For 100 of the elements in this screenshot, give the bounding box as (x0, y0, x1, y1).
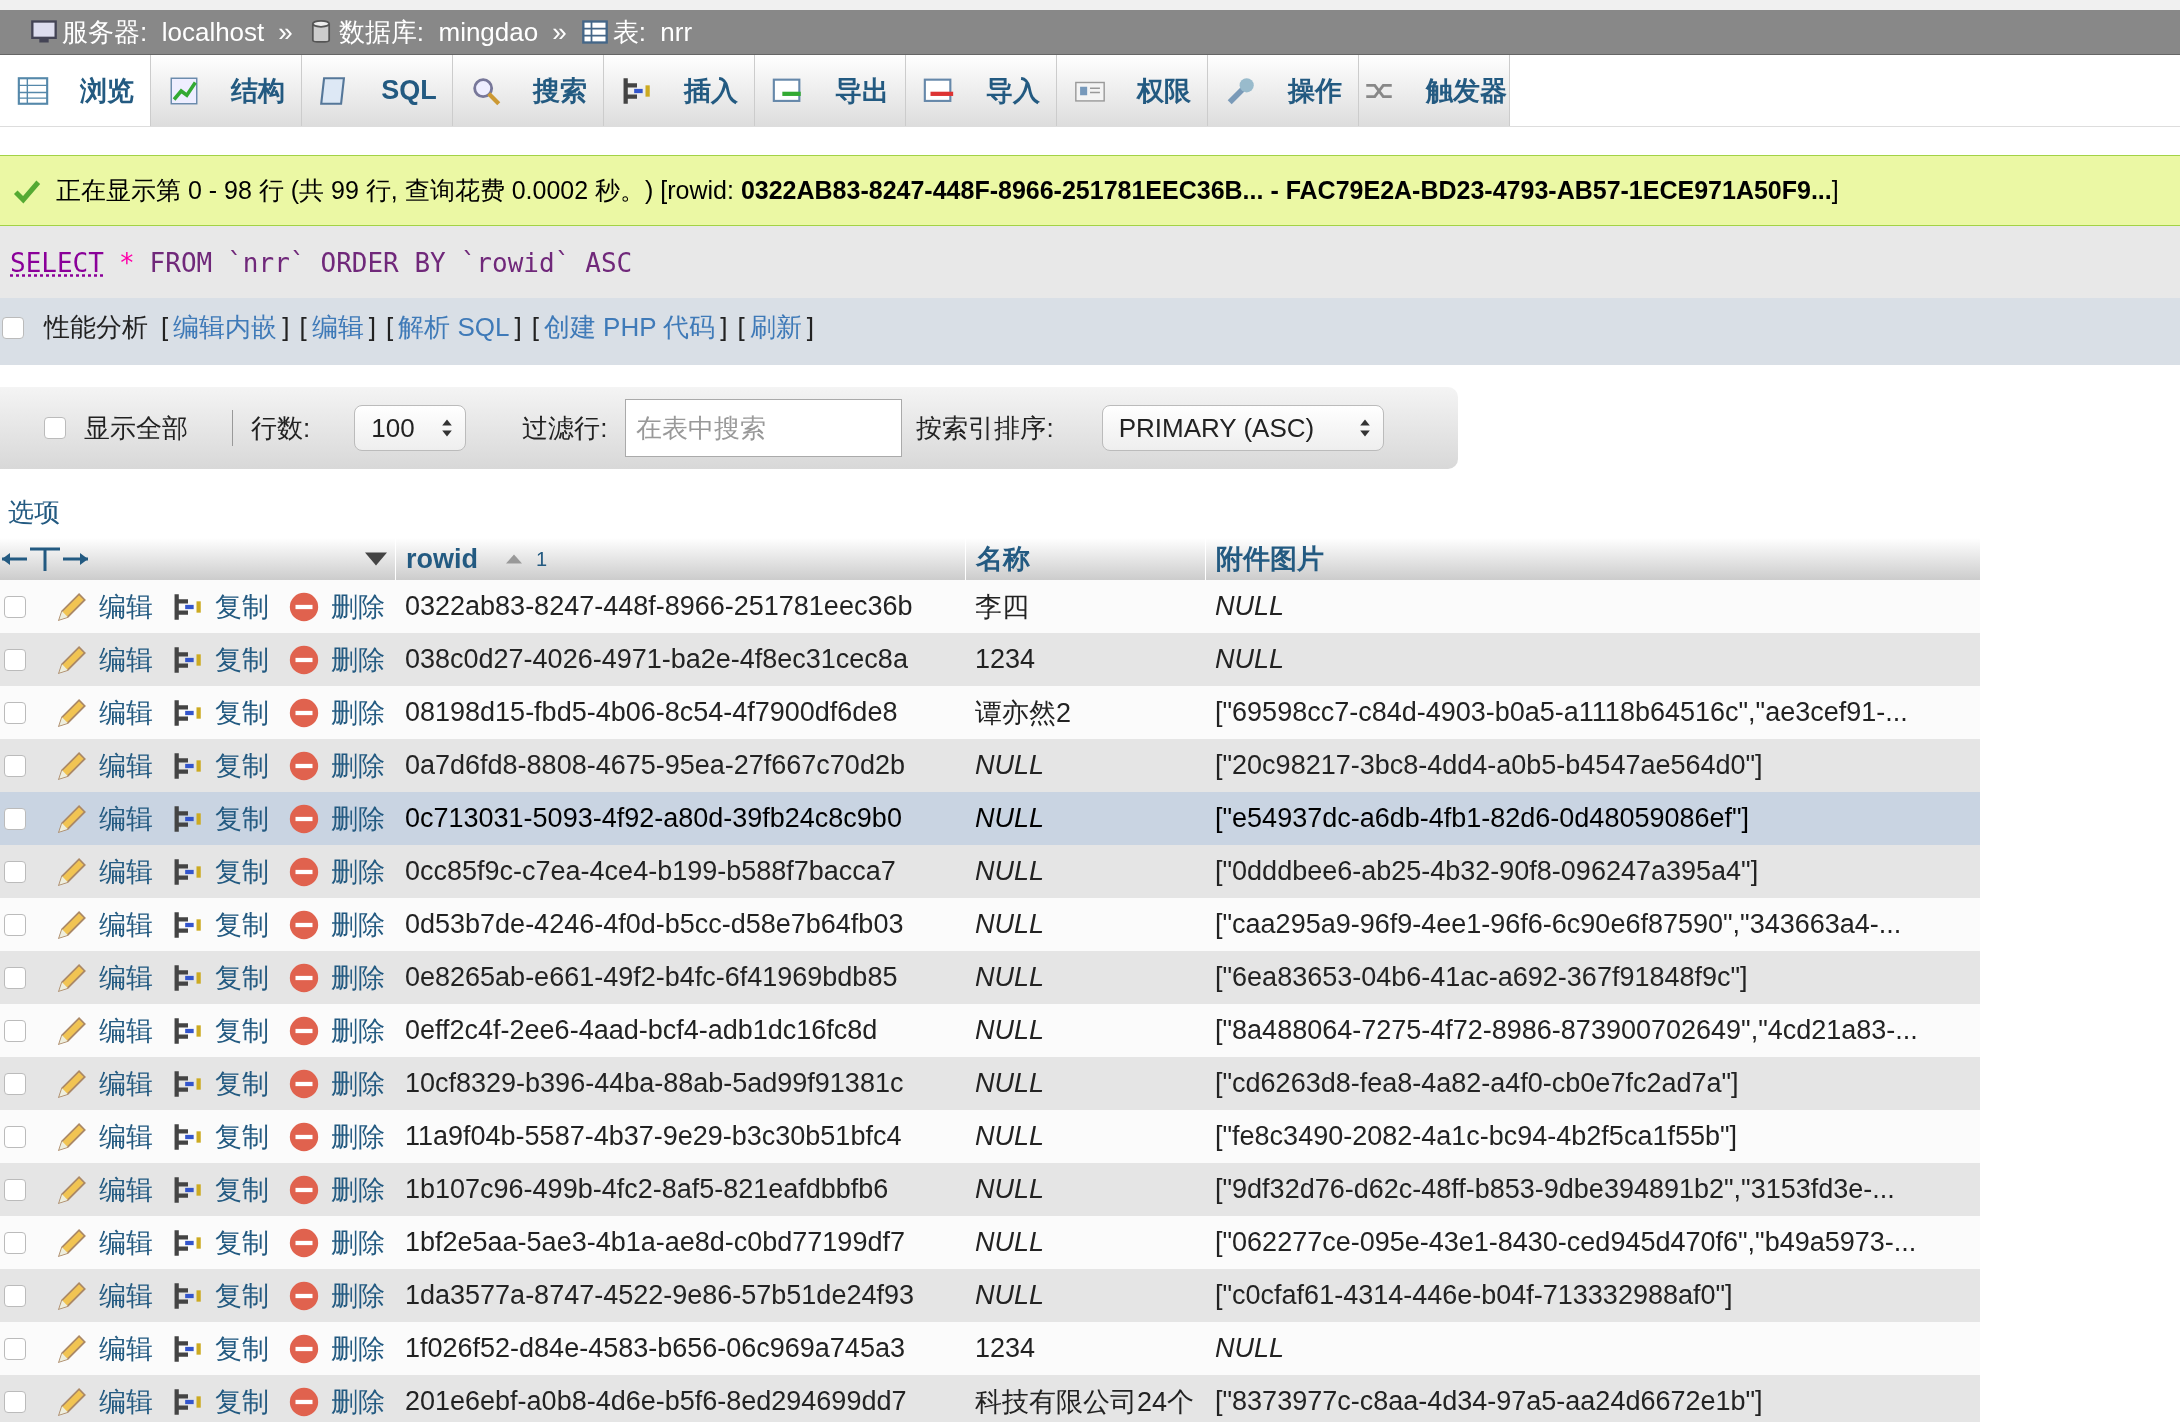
tab[interactable]: 导入 (906, 55, 1057, 126)
edit-link[interactable]: 编辑 (99, 959, 153, 996)
copy-link[interactable]: 复制 (215, 1224, 269, 1261)
delete-link[interactable]: 删除 (331, 1118, 385, 1155)
row-checkbox[interactable] (4, 1390, 26, 1413)
delete-link[interactable]: 删除 (331, 959, 385, 996)
breadcrumb-link[interactable]: 数据库: mingdao (338, 14, 539, 50)
delete-link[interactable]: 删除 (331, 694, 385, 731)
copy-link[interactable]: 复制 (215, 1118, 269, 1155)
table-row[interactable]: 编辑 复制 删除 08198d15-fbd5-4b06-8c54-4f7900df6de8 谭亦然2 ["69598cc7-c84d-4903-b0a5-a1118b64516c","ae3cef91-... (0, 686, 1980, 739)
delete-link[interactable]: 删除 (331, 641, 385, 678)
row-checkbox[interactable] (4, 1337, 26, 1360)
edit-link[interactable]: 编辑 (99, 1224, 153, 1261)
row-checkbox[interactable] (4, 648, 26, 671)
copy-link[interactable]: 复制 (215, 1065, 269, 1102)
table-row[interactable]: 编辑 复制 删除 0eff2c4f-2ee6-4aad-bcf4-adb1dc16fc8d NULL ["8a488064-7275-4f72-8986-873900702649","4cd21a83-... (0, 1004, 1980, 1057)
delete-link[interactable]: 删除 (331, 1171, 385, 1208)
edit-link[interactable]: 编辑 (99, 1383, 153, 1420)
edit-link[interactable]: 编辑 (99, 1118, 153, 1155)
copy-link[interactable]: 复制 (215, 1171, 269, 1208)
link[interactable]: 编辑 (311, 310, 364, 345)
table-row[interactable]: 编辑 复制 删除 1b107c96-499b-4fc2-8af5-821eafdbbfb6 NULL ["9df32d76-d62c-48ff-b853-9dbe394891b2","3153fd3e-... (0, 1163, 1980, 1216)
edit-link[interactable]: 编辑 (99, 1330, 153, 1367)
table-row[interactable]: 编辑 复制 删除 0322ab83-8247-448f-8966-251781eec36b 李四 NULL (0, 580, 1980, 633)
filter-field[interactable]: 在表中搜索 (625, 399, 903, 457)
link[interactable]: 刷新 (749, 310, 802, 345)
checkbox[interactable] (2, 316, 24, 339)
copy-link[interactable]: 复制 (215, 959, 269, 996)
tab[interactable]: 插入 (604, 55, 755, 126)
table-row[interactable]: 编辑 复制 删除 0e8265ab-e661-49f2-b4fc-6f41969bdb85 NULL ["6ea83653-04b6-41ac-a692-367f91848f9c"] (0, 951, 1980, 1004)
table-row[interactable]: 编辑 复制 删除 1f026f52-d84e-4583-b656-06c969a745a3 1234 NULL (0, 1322, 1980, 1375)
delete-link[interactable]: 删除 (331, 853, 385, 890)
link[interactable]: 创建 PHP 代码 (543, 310, 716, 345)
edit-link[interactable]: 编辑 (99, 1277, 153, 1314)
delete-link[interactable]: 删除 (331, 588, 385, 625)
copy-link[interactable]: 复制 (215, 1277, 269, 1314)
row-checkbox[interactable] (4, 1178, 26, 1201)
edit-link[interactable]: 编辑 (99, 1171, 153, 1208)
delete-link[interactable]: 删除 (331, 1383, 385, 1420)
breadcrumb-link[interactable]: 表: nrr (612, 14, 693, 50)
edit-link[interactable]: 编辑 (99, 694, 153, 731)
edit-link[interactable]: 编辑 (99, 1065, 153, 1102)
column-header[interactable]: 附件图片 (1216, 541, 1324, 577)
checkbox[interactable] (44, 417, 66, 439)
delete-link[interactable]: 删除 (331, 1277, 385, 1314)
row-checkbox[interactable] (4, 754, 26, 777)
edit-link[interactable]: 编辑 (99, 1012, 153, 1049)
tab[interactable]: 搜索 (453, 55, 604, 126)
edit-link[interactable]: 编辑 (99, 747, 153, 784)
tab[interactable]: 导出 (755, 55, 906, 126)
copy-link[interactable]: 复制 (215, 906, 269, 943)
row-checkbox[interactable] (4, 595, 26, 618)
delete-link[interactable]: 删除 (331, 800, 385, 837)
options-link[interactable]: 选项 (8, 495, 60, 530)
tab[interactable]: 结构 (151, 55, 302, 126)
row-checkbox[interactable] (4, 807, 26, 830)
copy-link[interactable]: 复制 (215, 853, 269, 890)
row-checkbox[interactable] (4, 701, 26, 724)
tab[interactable]: 权限 (1057, 55, 1208, 126)
copy-link[interactable]: 复制 (215, 694, 269, 731)
copy-link[interactable]: 复制 (215, 588, 269, 625)
row-checkbox[interactable] (4, 860, 26, 883)
highlighted-row[interactable]: 编辑 复制 删除 0c713031-5093-4f92-a80d-39fb24c8c9b0 NULL ["e54937dc-a6db-4fb1-82d6-0d48059086ef"] (0, 792, 1980, 845)
row-checkbox[interactable] (4, 966, 26, 989)
table-row[interactable]: 编辑 复制 删除 201e6ebf-a0b8-4d6e-b5f6-8ed294699dd7 科技有限公司24个 ["8373977c-c8aa-4d34-97a5-aa24d6672e1b"] (0, 1375, 1980, 1422)
copy-link[interactable]: 复制 (215, 747, 269, 784)
sort-select[interactable]: PRIMARY (ASC) (1101, 405, 1384, 451)
edit-link[interactable]: 编辑 (99, 800, 153, 837)
copy-link[interactable]: 复制 (215, 1383, 269, 1420)
copy-link[interactable]: 复制 (215, 800, 269, 837)
table-row[interactable]: 编辑 复制 删除 0a7d6fd8-8808-4675-95ea-27f667c70d2b NULL ["20c98217-3bc8-4dd4-a0b5-b4547ae564d0"] (0, 739, 1980, 792)
copy-link[interactable]: 复制 (215, 641, 269, 678)
tab[interactable]: SQL (302, 55, 453, 126)
table-row[interactable]: 编辑 复制 删除 10cf8329-b396-44ba-88ab-5ad99f91381c NULL ["cd6263d8-fea8-4a82-a4f0-cb0e7fc2ad7a"] (0, 1057, 1980, 1110)
rows-select[interactable]: 100 (354, 405, 467, 451)
tab[interactable]: 触发器 (1359, 55, 1510, 126)
delete-link[interactable]: 删除 (331, 1224, 385, 1261)
breadcrumb-link[interactable]: 服务器: localhost (62, 14, 265, 50)
copy-link[interactable]: 复制 (215, 1012, 269, 1049)
row-checkbox[interactable] (4, 1125, 26, 1148)
delete-link[interactable]: 删除 (331, 906, 385, 943)
row-checkbox[interactable] (4, 913, 26, 936)
table-row[interactable]: 编辑 复制 删除 1bf2e5aa-5ae3-4b1a-ae8d-c0bd77199df7 NULL ["062277ce-095e-43e1-8430-ced945d470f6","b49a5973-... (0, 1216, 1980, 1269)
row-checkbox[interactable] (4, 1284, 26, 1307)
link[interactable]: 解析 SQL (398, 310, 510, 345)
column-header[interactable]: rowid (406, 543, 478, 575)
row-checkbox[interactable] (4, 1072, 26, 1095)
edit-link[interactable]: 编辑 (99, 588, 153, 625)
table-row[interactable]: 编辑 复制 删除 11a9f04b-5587-4b37-9e29-b3c30b51bfc4 NULL ["fe8c3490-2082-4a1c-bc94-4b2f5ca1f55b"] (0, 1110, 1980, 1163)
edit-link[interactable]: 编辑 (99, 853, 153, 890)
dropdown-caret-icon[interactable] (365, 552, 387, 566)
edit-link[interactable]: 编辑 (99, 641, 153, 678)
table-row[interactable]: 编辑 复制 删除 1da3577a-8747-4522-9e86-57b51de24f93 NULL ["c0cfaf61-4314-446e-b04f-713332988af0"] (0, 1269, 1980, 1322)
table-row[interactable]: 编辑 复制 删除 0d53b7de-4246-4f0d-b5cc-d58e7b64fb03 NULL ["caa295a9-96f9-4ee1-96f6-6c90e6f87590","343663a4-... (0, 898, 1980, 951)
table-row[interactable]: 编辑 复制 删除 0cc85f9c-c7ea-4ce4-b199-b588f7bacca7 NULL ["0dddbee6-ab25-4b32-90f8-096247a395a4"] (0, 845, 1980, 898)
delete-link[interactable]: 删除 (331, 1012, 385, 1049)
delete-link[interactable]: 删除 (331, 1065, 385, 1102)
table-row[interactable]: 编辑 复制 删除 038c0d27-4026-4971-ba2e-4f8ec31cec8a 1234 NULL (0, 633, 1980, 686)
row-checkbox[interactable] (4, 1019, 26, 1042)
copy-link[interactable]: 复制 (215, 1330, 269, 1367)
